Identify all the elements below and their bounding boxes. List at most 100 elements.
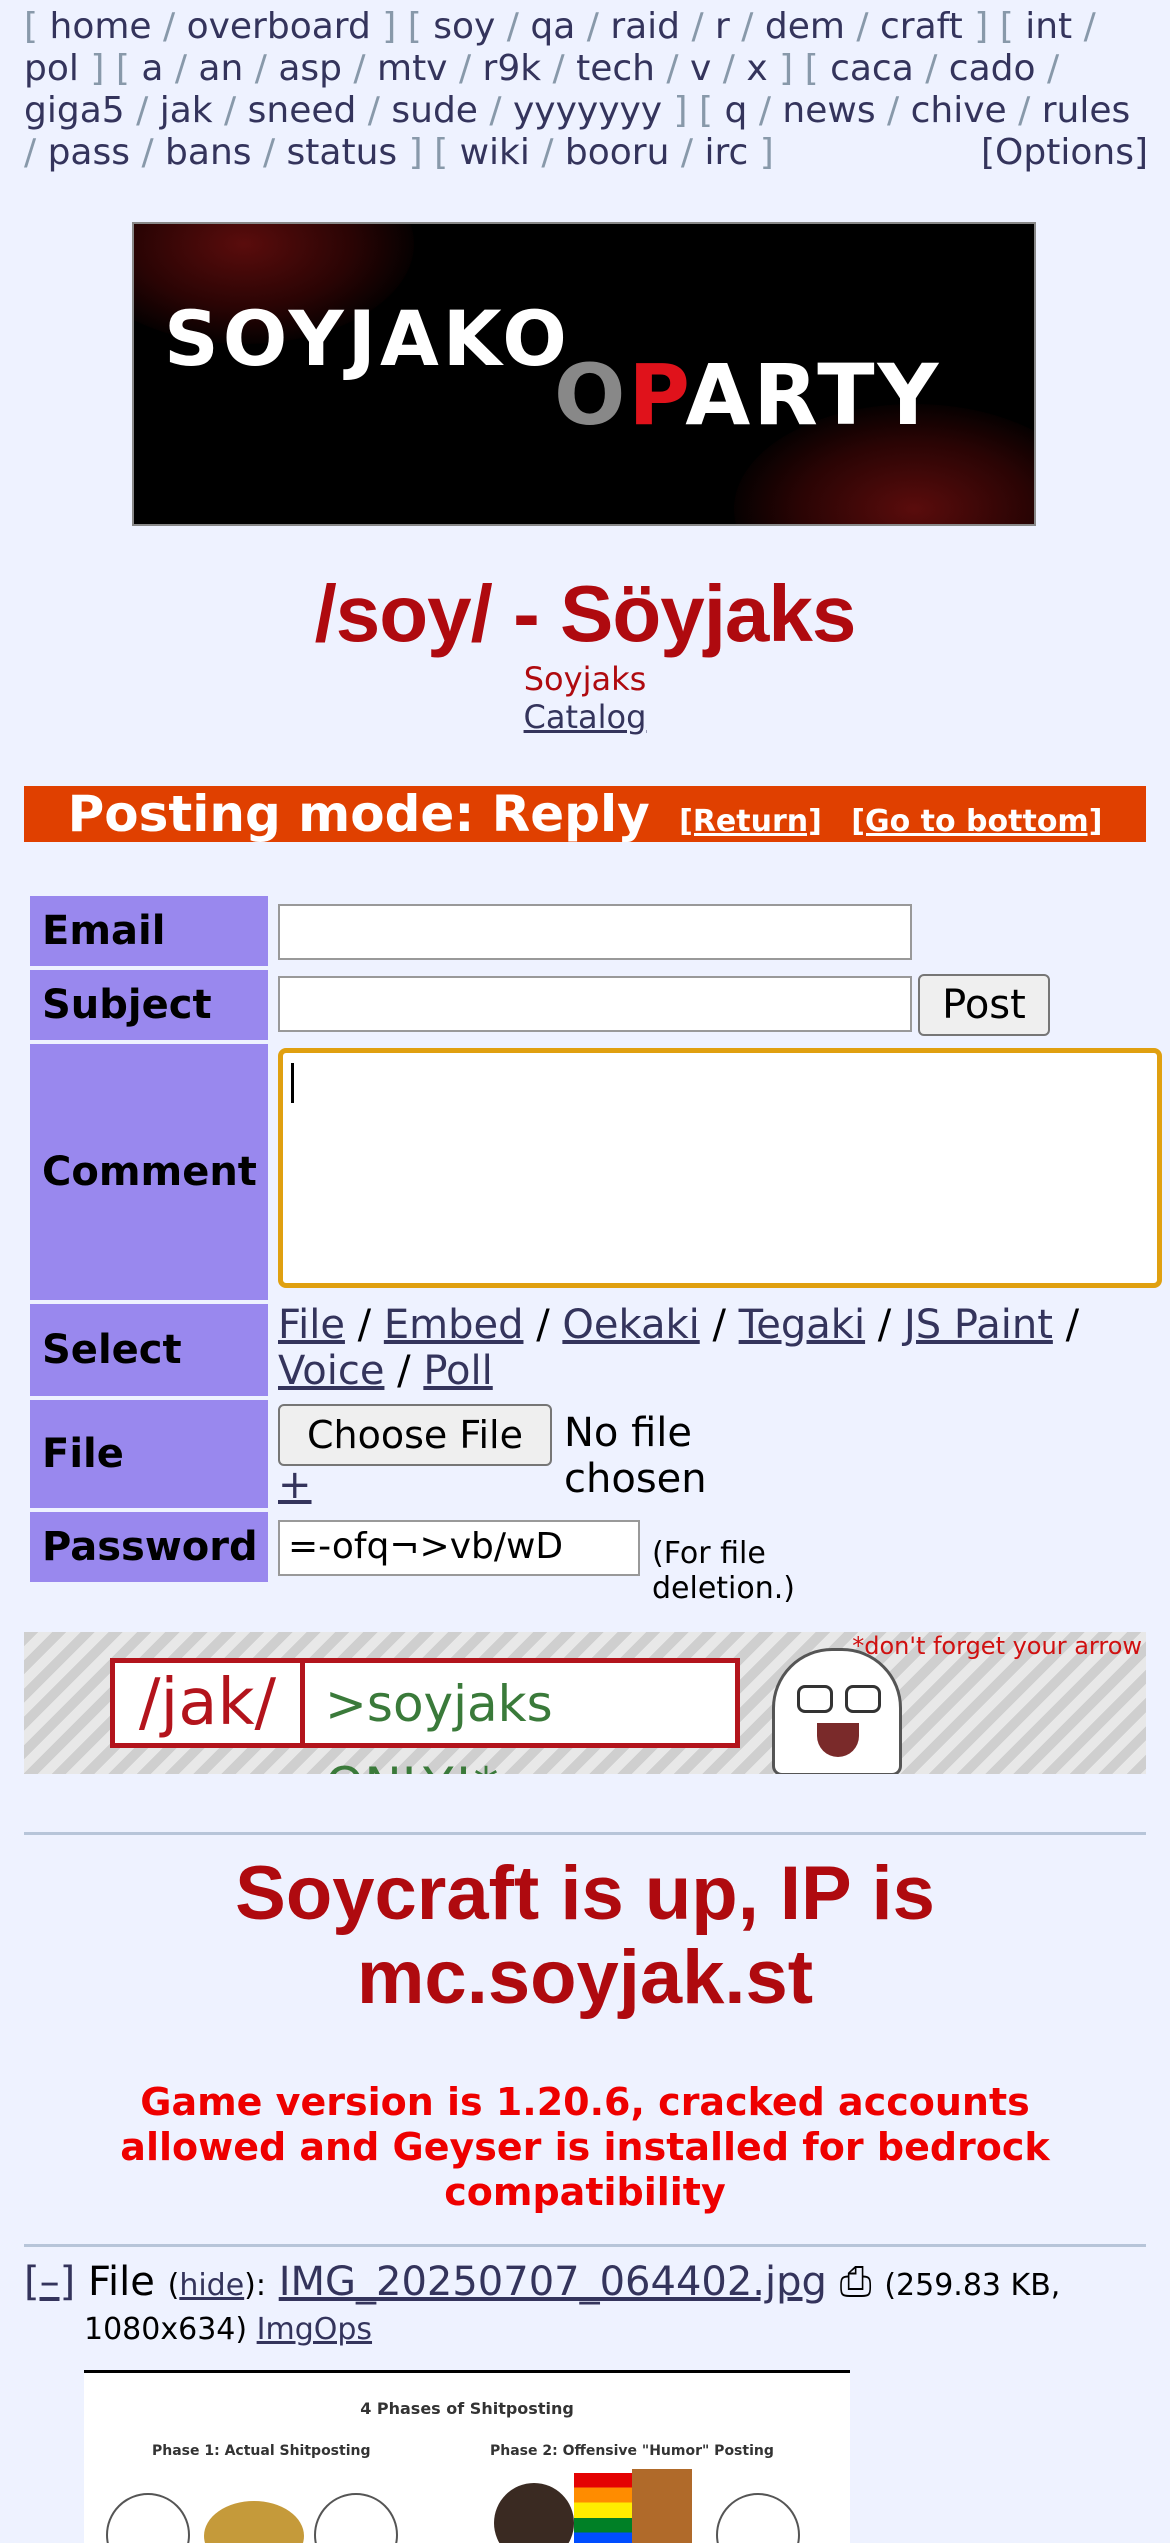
comment-textarea[interactable] — [278, 1048, 1162, 1288]
email-label: Email — [30, 896, 268, 966]
nav-separator: / — [477, 90, 513, 131]
banner-o: O — [554, 346, 629, 444]
board-link-v[interactable]: v — [690, 48, 711, 89]
board-link-r[interactable]: r — [715, 6, 730, 47]
board-link-overboard[interactable]: overboard — [187, 6, 371, 47]
board-link-pol[interactable]: pol — [24, 48, 79, 89]
jak-ad-banner[interactable]: /jak/ >soyjaks ONLY!* *don't forget your… — [24, 1632, 1146, 1774]
nav-separator: / — [654, 48, 690, 89]
board-link-giga5[interactable]: giga5 — [24, 90, 125, 131]
board-link-tech[interactable]: tech — [576, 48, 655, 89]
board-link-mtv[interactable]: mtv — [377, 48, 448, 89]
choose-file-button[interactable]: Choose File — [278, 1404, 552, 1466]
select-label: Select — [30, 1304, 268, 1396]
board-link-wiki[interactable]: wiki — [460, 132, 530, 173]
mouth-icon — [817, 1723, 859, 1757]
board-link-cado[interactable]: cado — [949, 48, 1036, 89]
board-link-craft[interactable]: craft — [880, 6, 963, 47]
hide-open: ( — [167, 2268, 180, 2303]
board-title: /soy/ - Söyjaks — [314, 569, 857, 658]
go-to-bottom-link[interactable]: [Go to bottom] — [851, 804, 1102, 839]
site-banner[interactable]: SOYJAKO OPARTY — [132, 222, 1036, 526]
post-image-thumbnail[interactable]: 4 Phases of Shitposting Phase 1: Actual … — [84, 2370, 850, 2543]
board-link-caca[interactable]: caca — [830, 48, 914, 89]
board-link-soy[interactable]: soy — [433, 6, 495, 47]
file-label: File — [30, 1400, 268, 1508]
nav-separator: / — [124, 90, 160, 131]
bracket-close: ] — [662, 90, 700, 131]
ad-footnote: *don't forget your arrow — [852, 1632, 1142, 1660]
hide-close: ): — [244, 2268, 266, 2303]
thumb-phase1: Phase 1: Actual Shitposting — [152, 2443, 371, 2459]
catalog-link[interactable]: Catalog — [524, 698, 647, 736]
subject-label: Subject — [30, 970, 268, 1040]
banner-p: P — [628, 346, 686, 444]
thumb-phase2: Phase 2: Offensive "Humor" Posting — [490, 2443, 774, 2459]
select-option-tegaki[interactable]: Tegaki — [739, 1302, 865, 1348]
board-link-status[interactable]: status — [287, 132, 398, 173]
collapse-toggle[interactable]: [–] — [24, 2259, 75, 2305]
board-link-r9k[interactable]: r9k — [483, 48, 542, 89]
select-option-file[interactable]: File — [278, 1302, 345, 1348]
board-link-pass[interactable]: pass — [48, 132, 130, 173]
nav-separator: / — [747, 90, 783, 131]
board-link-jak[interactable]: jak — [160, 90, 213, 131]
board-link-an[interactable]: an — [198, 48, 243, 89]
nav-separator: / — [1072, 6, 1096, 47]
filename-link[interactable]: IMG_20250707_064402.jpg — [279, 2259, 827, 2305]
add-file-row: + — [278, 1462, 312, 1508]
return-link[interactable]: [Return] — [679, 804, 822, 839]
nav-separator: / — [1006, 90, 1042, 131]
email-field[interactable] — [278, 904, 912, 960]
select-option-embed[interactable]: Embed — [384, 1302, 524, 1348]
wojak-face-icon — [314, 2493, 398, 2543]
select-option-poll[interactable]: Poll — [423, 1348, 492, 1394]
board-link-int[interactable]: int — [1025, 6, 1072, 47]
board-link-dem[interactable]: dem — [765, 6, 845, 47]
nav-separator: / — [163, 48, 199, 89]
board-link-bans[interactable]: bans — [165, 132, 251, 173]
announcement-headline: Soycraft is up, IP is mc.soyjak.st — [235, 1851, 935, 2020]
board-link-asp[interactable]: asp — [278, 48, 342, 89]
comment-label: Comment — [30, 1044, 268, 1300]
board-link-irc[interactable]: irc — [704, 132, 748, 173]
ad-board-name: /jak/ — [115, 1663, 305, 1743]
board-link-raid[interactable]: raid — [610, 6, 680, 47]
nav-separator: / — [243, 48, 279, 89]
subject-field[interactable] — [278, 976, 912, 1032]
board-link-news[interactable]: news — [782, 90, 875, 131]
board-link-yyyyyyy[interactable]: yyyyyyy — [513, 90, 662, 131]
bracket-close: ] — [370, 6, 408, 47]
nav-separator: / — [729, 6, 765, 47]
bracket-open: [ — [804, 48, 831, 89]
no-file-chosen-text: No file chosen — [564, 1410, 707, 1502]
nav-separator: / — [575, 6, 611, 47]
potato-image — [204, 2501, 304, 2543]
select-option-voice[interactable]: Voice — [278, 1348, 384, 1394]
glasses-left-icon — [797, 1685, 833, 1713]
nav-separator: / — [495, 6, 531, 47]
option-separator: / — [699, 1302, 739, 1348]
password-field[interactable]: =-ofq¬>vb/wD — [278, 1520, 640, 1576]
post-button[interactable]: Post — [918, 974, 1050, 1036]
nav-separator: / — [341, 48, 377, 89]
hide-link[interactable]: hide — [179, 2268, 244, 2303]
board-link-rules[interactable]: rules — [1042, 90, 1131, 131]
options-link[interactable]: [Options] — [981, 132, 1148, 174]
board-link-chive[interactable]: chive — [911, 90, 1007, 131]
bracket-close: ] — [78, 48, 116, 89]
add-file-link[interactable]: + — [278, 1462, 312, 1508]
file-size: (259.83 KB, — [884, 2268, 1061, 2303]
board-link-qa[interactable]: qa — [530, 6, 575, 47]
board-link-q[interactable]: q — [725, 90, 748, 131]
board-link-booru[interactable]: booru — [565, 132, 670, 173]
board-link-home[interactable]: home — [50, 6, 152, 47]
imgops-link[interactable]: ImgOps — [257, 2312, 372, 2347]
select-option-oekaki[interactable]: Oekaki — [562, 1302, 699, 1348]
download-icon[interactable]: ⎙ — [840, 2259, 872, 2305]
board-link-x[interactable]: x — [746, 48, 767, 89]
select-option-js-paint[interactable]: JS Paint — [904, 1302, 1053, 1348]
board-link-a[interactable]: a — [141, 48, 163, 89]
board-link-sude[interactable]: sude — [391, 90, 478, 131]
board-link-sneed[interactable]: sneed — [248, 90, 357, 131]
